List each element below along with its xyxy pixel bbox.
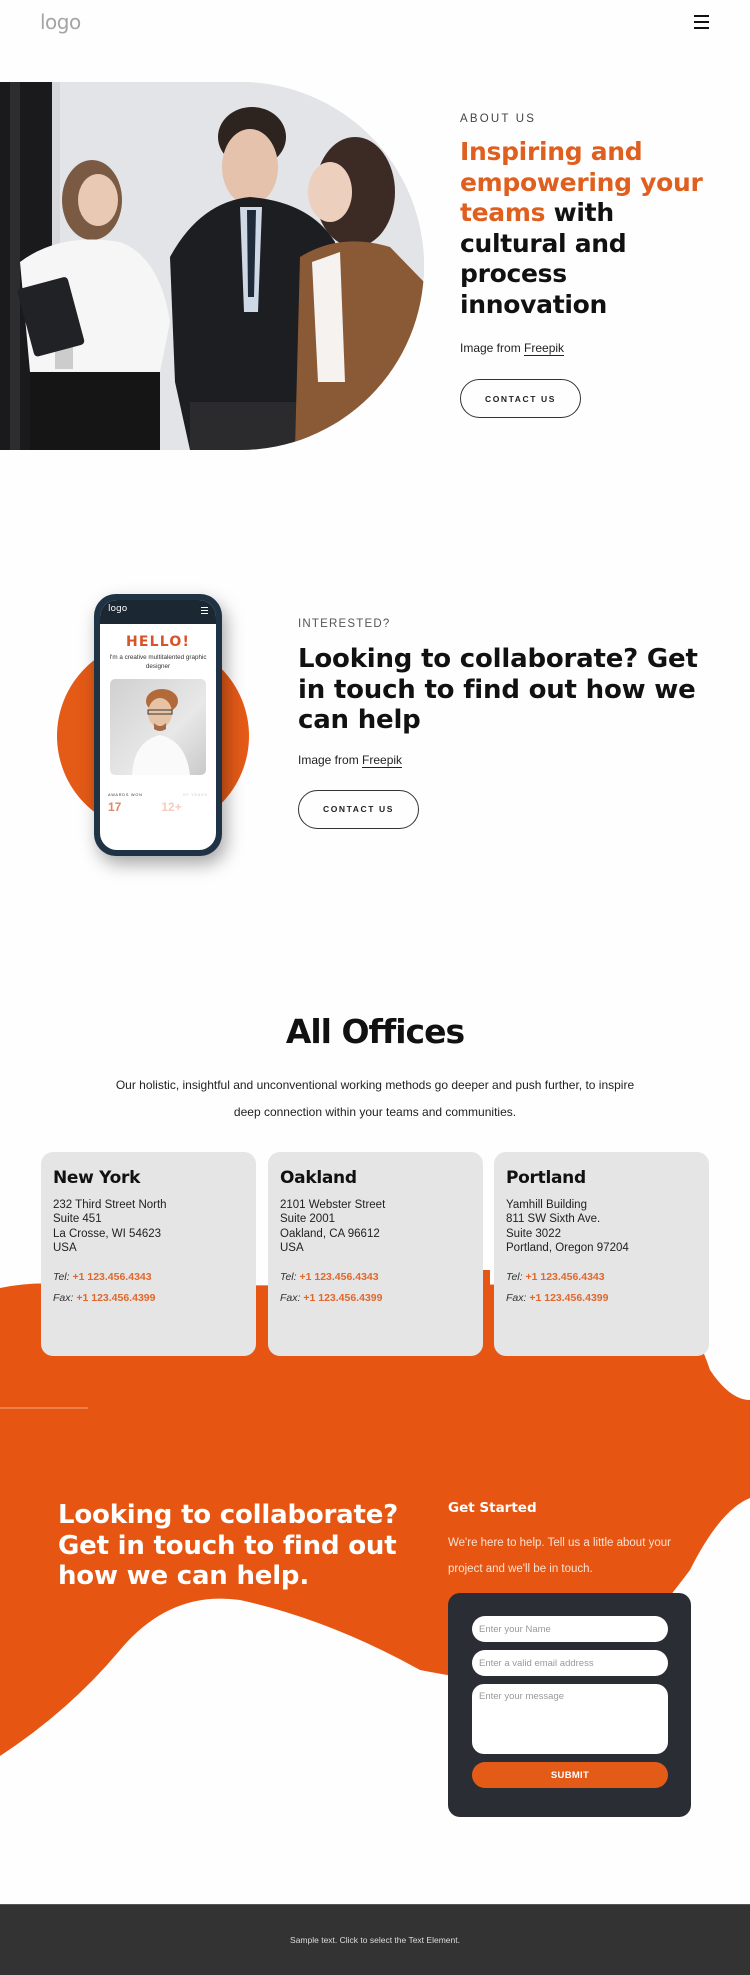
address-line: Portland, Oregon 97204 — [506, 1241, 629, 1254]
fax-number[interactable]: +1 123.456.4399 — [76, 1292, 155, 1304]
tel-label: Tel: — [506, 1271, 523, 1284]
office-card-portland: Portland Yamhill Building 811 SW Sixth A… — [494, 1152, 709, 1356]
tel-label: Tel: — [280, 1271, 297, 1284]
footer-text[interactable]: Sample text. Click to select the Text El… — [290, 1935, 460, 1945]
name-input[interactable] — [472, 1616, 668, 1642]
office-card-new-york: New York 232 Third Street North Suite 45… — [41, 1152, 256, 1356]
tel-row: Tel: +1 123.456.4343 — [53, 1267, 244, 1288]
tel-row: Tel: +1 123.456.4343 — [280, 1267, 471, 1288]
fax-number[interactable]: +1 123.456.4399 — [303, 1292, 382, 1304]
stat-awards-label: AWARDS WON — [108, 793, 143, 797]
divider-line — [0, 1407, 88, 1409]
office-address: 2101 Webster Street Suite 2001 Oakland, … — [280, 1198, 471, 1255]
address-line: USA — [53, 1241, 77, 1254]
fax-row: Fax: +1 123.456.4399 — [53, 1288, 244, 1309]
stat-years-label: XP YEARS — [182, 793, 208, 797]
business-team-photo — [0, 82, 424, 450]
email-input[interactable] — [472, 1650, 668, 1676]
get-started-heading: Get Started — [448, 1500, 537, 1516]
office-city: Portland — [506, 1168, 586, 1188]
offices-description: Our holistic, insightful and unconventio… — [115, 1078, 635, 1119]
office-address: Yamhill Building 811 SW Sixth Ave. Suite… — [506, 1198, 697, 1255]
address-line: Yamhill Building — [506, 1199, 587, 1211]
cta-heading: Looking to collaborate? Get in touch to … — [58, 1500, 399, 1591]
site-header: logo — [0, 0, 750, 50]
phone-subtitle: I'm a creative multitalented graphic des… — [109, 654, 207, 670]
phone-topbar: logo — [100, 600, 216, 624]
office-card-oakland: Oakland 2101 Webster Street Suite 2001 O… — [268, 1152, 483, 1356]
address-line: La Crosse, WI 54623 — [53, 1227, 162, 1240]
hamburger-icon[interactable] — [694, 15, 709, 29]
fax-label: Fax: — [280, 1292, 301, 1305]
office-city: Oakland — [280, 1168, 357, 1188]
fax-label: Fax: — [53, 1292, 74, 1305]
submit-button[interactable]: SUBMIT — [472, 1762, 668, 1788]
logo[interactable]: logo — [40, 10, 81, 34]
image-credit: Image from Freepik — [460, 341, 720, 356]
office-contact: Tel: +1 123.456.4343 Fax: +1 123.456.439… — [506, 1267, 697, 1309]
phone-menu-icon — [201, 607, 208, 616]
tel-number[interactable]: +1 123.456.4343 — [72, 1271, 151, 1283]
contact-us-button[interactable]: CONTACT US — [460, 379, 581, 418]
offices-heading: All Offices — [285, 1012, 465, 1051]
tel-number[interactable]: +1 123.456.4343 — [525, 1271, 604, 1283]
hero-image — [0, 82, 424, 450]
address-line: Suite 2001 — [280, 1213, 335, 1226]
credit-prefix: Image from — [298, 752, 363, 767]
stat-awards-value: 17 — [108, 800, 122, 814]
office-city: New York — [53, 1168, 141, 1188]
fax-label: Fax: — [506, 1292, 527, 1305]
address-line: Oakland, CA 96612 — [280, 1227, 380, 1240]
fax-row: Fax: +1 123.456.4399 — [280, 1288, 471, 1309]
address-line: 232 Third Street North — [53, 1199, 167, 1211]
credit-prefix: Image from — [460, 341, 525, 355]
collaborate-heading: Looking to collaborate? Get in touch to … — [298, 644, 698, 735]
phone-notch — [136, 600, 180, 608]
about-section: ABOUT US Inspiring and empowering your t… — [460, 113, 720, 418]
address-line: 811 SW Sixth Ave. — [506, 1213, 601, 1226]
address-line: USA — [280, 1241, 304, 1254]
fax-number[interactable]: +1 123.456.4399 — [529, 1292, 608, 1304]
phone-screen: logo HELLO! I'm a creative multitalented… — [100, 600, 216, 850]
contact-us-button[interactable]: CONTACT US — [298, 789, 419, 829]
phone-hello: HELLO! — [125, 634, 191, 650]
freepik-link[interactable]: Freepik — [524, 341, 565, 356]
tel-number[interactable]: +1 123.456.4343 — [299, 1271, 378, 1283]
phone-logo: logo — [108, 604, 128, 614]
office-contact: Tel: +1 123.456.4343 Fax: +1 123.456.439… — [53, 1267, 244, 1309]
address-line: 2101 Webster Street — [280, 1199, 386, 1211]
collaborate-section: INTERESTED? Looking to collaborate? Get … — [298, 618, 698, 829]
office-contact: Tel: +1 123.456.4343 Fax: +1 123.456.439… — [280, 1267, 471, 1309]
freepik-link[interactable]: Freepik — [362, 752, 403, 768]
interested-eyebrow: INTERESTED? — [298, 618, 391, 630]
get-started-description: We're here to help. Tell us a little abo… — [448, 1537, 671, 1575]
stat-years-value: 12+ — [161, 800, 182, 814]
designer-portrait — [132, 689, 190, 775]
about-eyebrow: ABOUT US — [460, 113, 537, 125]
phone-mockup: logo HELLO! I'm a creative multitalented… — [94, 594, 222, 856]
site-footer: Sample text. Click to select the Text El… — [0, 1904, 750, 1975]
phone-stats-labels: AWARDS WON XP YEARS — [100, 793, 216, 797]
address-line: Suite 3022 — [506, 1227, 561, 1240]
phone-stats-values: 17 12+ — [100, 800, 216, 814]
fax-row: Fax: +1 123.456.4399 — [506, 1288, 697, 1309]
tel-label: Tel: — [53, 1271, 70, 1284]
message-textarea[interactable] — [472, 1684, 668, 1754]
contact-form: SUBMIT — [448, 1593, 691, 1817]
about-heading: Inspiring and empowering your teams with… — [460, 137, 720, 320]
phone-portrait — [110, 679, 206, 775]
office-address: 232 Third Street North Suite 451 La Cros… — [53, 1198, 244, 1255]
address-line: Suite 451 — [53, 1213, 102, 1226]
tel-row: Tel: +1 123.456.4343 — [506, 1267, 697, 1288]
image-credit: Image from Freepik — [298, 752, 698, 768]
